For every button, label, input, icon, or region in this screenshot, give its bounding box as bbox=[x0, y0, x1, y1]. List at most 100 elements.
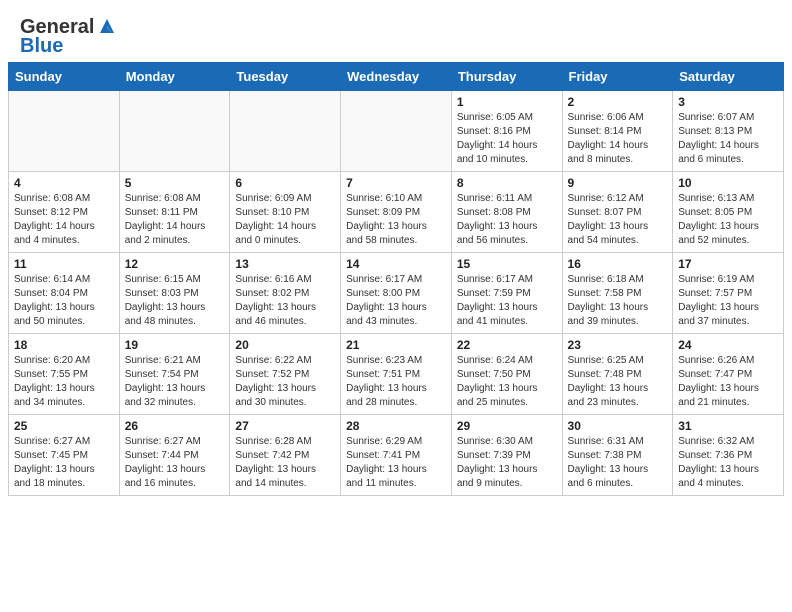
day-number: 20 bbox=[235, 338, 335, 352]
calendar-cell: 23Sunrise: 6:25 AM Sunset: 7:48 PM Dayli… bbox=[562, 334, 673, 415]
calendar-cell: 5 Sunrise: 6:08 AM Sunset: 8:11 PM Daylig… bbox=[119, 172, 230, 253]
day-number: 22 bbox=[457, 338, 557, 352]
logo: General Blue bbox=[20, 16, 118, 58]
calendar-cell: 31Sunrise: 6:32 AM Sunset: 7:36 PM Dayli… bbox=[673, 415, 784, 496]
day-number: 30 bbox=[568, 419, 668, 433]
day-info: Sunrise: 6:15 AM Sunset: 8:03 PM Dayligh… bbox=[125, 273, 225, 329]
day-info: Sunrise: 6:16 AM Sunset: 8:02 PM Dayligh… bbox=[235, 273, 335, 329]
day-info: Sunrise: 6:05 AM Sunset: 8:16 PM Dayligh… bbox=[457, 111, 557, 167]
day-number: 27 bbox=[235, 419, 335, 433]
calendar-cell: 17 Sunrise: 6:19 AM Sunset: 7:57 PM Dayli… bbox=[673, 253, 784, 334]
day-info: Sunrise: 6:27 AM Sunset: 7:44 PM Dayligh… bbox=[125, 435, 225, 491]
calendar-cell: 22 Sunrise: 6:24 AM Sunset: 7:50 PM Dayli… bbox=[451, 334, 562, 415]
calendar-cell: 19 Sunrise: 6:21 AM Sunset: 7:54 PM Dayli… bbox=[119, 334, 230, 415]
day-info: Sunrise: 6:19 AM Sunset: 7:57 PM Dayligh… bbox=[678, 273, 778, 329]
calendar-cell: 27 Sunrise: 6:28 AM Sunset: 7:42 PM Dayli… bbox=[230, 415, 341, 496]
day-number: 29 bbox=[457, 419, 557, 433]
logo-text: General Blue bbox=[20, 16, 118, 58]
calendar-header-sunday: Sunday bbox=[9, 63, 120, 91]
calendar-cell: 4 Sunrise: 6:08 AM Sunset: 8:12 PM Daylig… bbox=[9, 172, 120, 253]
day-number: 21 bbox=[346, 338, 446, 352]
day-info: Sunrise: 6:28 AM Sunset: 7:42 PM Dayligh… bbox=[235, 435, 335, 491]
day-number: 28 bbox=[346, 419, 446, 433]
week-row-3: 11 Sunrise: 6:14 AM Sunset: 8:04 PM Dayli… bbox=[9, 253, 784, 334]
day-number: 2 bbox=[568, 95, 668, 109]
day-info: Sunrise: 6:17 AM Sunset: 7:59 PM Dayligh… bbox=[457, 273, 557, 329]
day-number: 5 bbox=[125, 176, 225, 190]
calendar-header-wednesday: Wednesday bbox=[341, 63, 452, 91]
calendar-header-saturday: Saturday bbox=[673, 63, 784, 91]
day-info: Sunrise: 6:13 AM Sunset: 8:05 PM Dayligh… bbox=[678, 192, 778, 248]
day-number: 17 bbox=[678, 257, 778, 271]
day-info: Sunrise: 6:06 AM Sunset: 8:14 PM Dayligh… bbox=[568, 111, 668, 167]
calendar-cell: 14 Sunrise: 6:17 AM Sunset: 8:00 PM Dayli… bbox=[341, 253, 452, 334]
day-number: 10 bbox=[678, 176, 778, 190]
day-number: 11 bbox=[14, 257, 114, 271]
day-info: Sunrise: 6:29 AM Sunset: 7:41 PM Dayligh… bbox=[346, 435, 446, 491]
day-number: 16 bbox=[568, 257, 668, 271]
calendar-cell bbox=[230, 91, 341, 172]
day-info: Sunrise: 6:20 AM Sunset: 7:55 PM Dayligh… bbox=[14, 354, 114, 410]
day-number: 14 bbox=[346, 257, 446, 271]
header: General Blue bbox=[0, 0, 792, 62]
day-info: Sunrise: 6:08 AM Sunset: 8:12 PM Dayligh… bbox=[14, 192, 114, 248]
calendar-cell: 2 Sunrise: 6:06 AM Sunset: 8:14 PM Daylig… bbox=[562, 91, 673, 172]
calendar-table: SundayMondayTuesdayWednesdayThursdayFrid… bbox=[8, 62, 784, 496]
day-info: Sunrise: 6:24 AM Sunset: 7:50 PM Dayligh… bbox=[457, 354, 557, 410]
day-number: 15 bbox=[457, 257, 557, 271]
day-number: 8 bbox=[457, 176, 557, 190]
calendar-header-row: SundayMondayTuesdayWednesdayThursdayFrid… bbox=[9, 63, 784, 91]
calendar-cell: 15 Sunrise: 6:17 AM Sunset: 7:59 PM Dayli… bbox=[451, 253, 562, 334]
calendar-cell: 6Sunrise: 6:09 AM Sunset: 8:10 PM Daylig… bbox=[230, 172, 341, 253]
calendar-header-monday: Monday bbox=[119, 63, 230, 91]
week-row-1: 1Sunrise: 6:05 AM Sunset: 8:16 PM Daylig… bbox=[9, 91, 784, 172]
calendar-cell: 9Sunrise: 6:12 AM Sunset: 8:07 PM Daylig… bbox=[562, 172, 673, 253]
day-info: Sunrise: 6:11 AM Sunset: 8:08 PM Dayligh… bbox=[457, 192, 557, 248]
day-info: Sunrise: 6:31 AM Sunset: 7:38 PM Dayligh… bbox=[568, 435, 668, 491]
calendar-cell: 10 Sunrise: 6:13 AM Sunset: 8:05 PM Dayli… bbox=[673, 172, 784, 253]
day-number: 24 bbox=[678, 338, 778, 352]
calendar-cell: 29Sunrise: 6:30 AM Sunset: 7:39 PM Dayli… bbox=[451, 415, 562, 496]
calendar-cell bbox=[341, 91, 452, 172]
day-info: Sunrise: 6:27 AM Sunset: 7:45 PM Dayligh… bbox=[14, 435, 114, 491]
day-number: 26 bbox=[125, 419, 225, 433]
logo-icon bbox=[96, 15, 118, 37]
day-number: 23 bbox=[568, 338, 668, 352]
day-info: Sunrise: 6:18 AM Sunset: 7:58 PM Dayligh… bbox=[568, 273, 668, 329]
calendar-header-thursday: Thursday bbox=[451, 63, 562, 91]
calendar-cell: 11 Sunrise: 6:14 AM Sunset: 8:04 PM Dayli… bbox=[9, 253, 120, 334]
day-info: Sunrise: 6:17 AM Sunset: 8:00 PM Dayligh… bbox=[346, 273, 446, 329]
calendar-cell: 25 Sunrise: 6:27 AM Sunset: 7:45 PM Dayli… bbox=[9, 415, 120, 496]
calendar-header-friday: Friday bbox=[562, 63, 673, 91]
calendar-cell: 3Sunrise: 6:07 AM Sunset: 8:13 PM Daylig… bbox=[673, 91, 784, 172]
day-info: Sunrise: 6:22 AM Sunset: 7:52 PM Dayligh… bbox=[235, 354, 335, 410]
day-number: 18 bbox=[14, 338, 114, 352]
day-info: Sunrise: 6:08 AM Sunset: 8:11 PM Dayligh… bbox=[125, 192, 225, 248]
calendar-cell: 30 Sunrise: 6:31 AM Sunset: 7:38 PM Dayli… bbox=[562, 415, 673, 496]
day-info: Sunrise: 6:10 AM Sunset: 8:09 PM Dayligh… bbox=[346, 192, 446, 248]
day-number: 25 bbox=[14, 419, 114, 433]
day-info: Sunrise: 6:12 AM Sunset: 8:07 PM Dayligh… bbox=[568, 192, 668, 248]
day-info: Sunrise: 6:21 AM Sunset: 7:54 PM Dayligh… bbox=[125, 354, 225, 410]
calendar-cell: 13 Sunrise: 6:16 AM Sunset: 8:02 PM Dayli… bbox=[230, 253, 341, 334]
day-number: 4 bbox=[14, 176, 114, 190]
day-number: 7 bbox=[346, 176, 446, 190]
calendar-cell: 28 Sunrise: 6:29 AM Sunset: 7:41 PM Dayli… bbox=[341, 415, 452, 496]
day-number: 31 bbox=[678, 419, 778, 433]
day-info: Sunrise: 6:14 AM Sunset: 8:04 PM Dayligh… bbox=[14, 273, 114, 329]
calendar-cell: 26 Sunrise: 6:27 AM Sunset: 7:44 PM Dayli… bbox=[119, 415, 230, 496]
day-number: 13 bbox=[235, 257, 335, 271]
calendar-cell: 1Sunrise: 6:05 AM Sunset: 8:16 PM Daylig… bbox=[451, 91, 562, 172]
calendar-cell: 8 Sunrise: 6:11 AM Sunset: 8:08 PM Daylig… bbox=[451, 172, 562, 253]
calendar-cell bbox=[119, 91, 230, 172]
day-number: 19 bbox=[125, 338, 225, 352]
calendar-cell: 16 Sunrise: 6:18 AM Sunset: 7:58 PM Dayli… bbox=[562, 253, 673, 334]
day-info: Sunrise: 6:23 AM Sunset: 7:51 PM Dayligh… bbox=[346, 354, 446, 410]
week-row-2: 4 Sunrise: 6:08 AM Sunset: 8:12 PM Daylig… bbox=[9, 172, 784, 253]
page-container: General Blue SundayMondayTuesdayWednesda… bbox=[0, 0, 792, 504]
calendar-cell: 12 Sunrise: 6:15 AM Sunset: 8:03 PM Dayli… bbox=[119, 253, 230, 334]
calendar-header-tuesday: Tuesday bbox=[230, 63, 341, 91]
calendar-cell: 24Sunrise: 6:26 AM Sunset: 7:47 PM Dayli… bbox=[673, 334, 784, 415]
day-info: Sunrise: 6:07 AM Sunset: 8:13 PM Dayligh… bbox=[678, 111, 778, 167]
day-number: 12 bbox=[125, 257, 225, 271]
